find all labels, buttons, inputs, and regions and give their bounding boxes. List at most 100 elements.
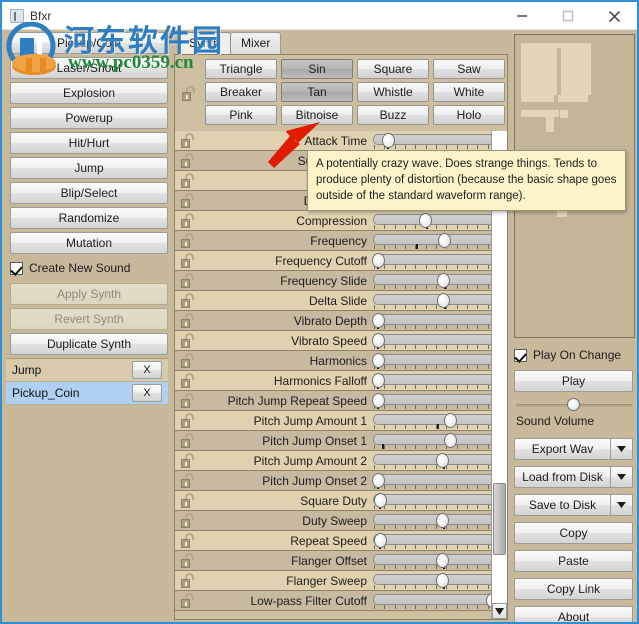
parameter-slider[interactable] <box>373 452 499 469</box>
maximize-icon[interactable] <box>545 2 591 30</box>
slider-knob[interactable] <box>373 532 387 548</box>
slider-knob[interactable] <box>373 492 387 508</box>
parameter-slider[interactable] <box>372 352 499 369</box>
generator-button-hit-hurt[interactable]: Hit/Hurt <box>10 132 168 154</box>
slider-knob[interactable] <box>438 232 452 248</box>
padlock-open-icon[interactable] <box>181 293 195 308</box>
parameter-slider[interactable] <box>373 272 499 289</box>
padlock-open-icon[interactable] <box>181 353 195 368</box>
generator-button-explosion[interactable]: Explosion <box>10 82 168 104</box>
scrollbar-thumb[interactable] <box>493 483 506 555</box>
button-copy-link[interactable]: Copy Link <box>514 578 633 600</box>
waveform-button-triangle[interactable]: Triangle <box>205 59 277 79</box>
padlock-open-icon[interactable] <box>181 553 195 568</box>
padlock-open-icon[interactable] <box>181 153 195 168</box>
generator-button-powerup[interactable]: Powerup <box>10 107 168 129</box>
padlock-open-icon[interactable] <box>181 593 195 608</box>
parameter-slider[interactable] <box>373 532 499 549</box>
sound-list-item[interactable]: Jump X <box>6 359 168 382</box>
padlock-open-icon[interactable] <box>181 393 195 408</box>
waveform-button-buzz[interactable]: Buzz <box>357 105 429 125</box>
padlock-open-icon[interactable] <box>181 193 195 208</box>
generator-button-pickup-coin[interactable]: Pickup/Coin <box>10 32 168 54</box>
padlock-open-icon[interactable] <box>181 373 195 388</box>
slider-knob[interactable] <box>419 212 433 228</box>
parameter-slider[interactable] <box>373 492 499 509</box>
slider-knob[interactable] <box>372 472 386 488</box>
parameter-slider[interactable] <box>373 512 499 529</box>
tab-mixer[interactable]: Mixer <box>230 32 282 54</box>
create-new-sound-checkbox[interactable]: Create New Sound <box>10 257 168 279</box>
play-button[interactable]: Play <box>514 370 633 392</box>
button-about[interactable]: About <box>514 606 633 622</box>
parameter-slider[interactable] <box>373 212 499 229</box>
padlock-open-icon[interactable] <box>181 333 195 348</box>
generator-button-laser-shoot[interactable]: Laser/Shoot <box>10 57 168 79</box>
delete-sound-button[interactable]: X <box>132 361 162 379</box>
button-copy[interactable]: Copy <box>514 522 633 544</box>
generator-button-blip-select[interactable]: Blip/Select <box>10 182 168 204</box>
padlock-open-icon[interactable] <box>181 253 195 268</box>
minimize-icon[interactable] <box>499 2 545 30</box>
chevron-down-icon[interactable] <box>611 438 633 460</box>
slider-knob[interactable] <box>372 312 386 328</box>
parameter-slider[interactable] <box>372 312 499 329</box>
generator-button-jump[interactable]: Jump <box>10 157 168 179</box>
waveform-button-bitnoise[interactable]: Bitnoise <box>281 105 353 125</box>
slider-knob[interactable] <box>436 552 449 568</box>
volume-knob[interactable] <box>566 398 580 411</box>
padlock-open-icon[interactable] <box>181 573 195 588</box>
padlock-open-icon[interactable] <box>181 433 195 448</box>
parameter-slider[interactable] <box>372 392 499 409</box>
waveform-button-tan[interactable]: Tan <box>281 82 353 102</box>
sound-list-item[interactable]: Pickup_Coin X <box>6 382 168 405</box>
button-save-to-disk[interactable]: Save to Disk <box>514 494 611 516</box>
padlock-open-icon[interactable] <box>181 233 195 248</box>
waveform-button-saw[interactable]: Saw <box>433 59 505 79</box>
parameter-slider[interactable] <box>373 292 499 309</box>
slider-knob[interactable] <box>372 252 386 268</box>
slider-knob[interactable] <box>444 432 458 448</box>
action-button-duplicate-synth[interactable]: Duplicate Synth <box>10 333 168 355</box>
parameter-slider[interactable] <box>373 232 499 249</box>
waveform-button-white[interactable]: White <box>433 82 505 102</box>
slider-knob[interactable] <box>372 352 386 368</box>
slider-knob[interactable] <box>372 332 386 348</box>
slider-knob[interactable] <box>436 512 449 528</box>
waveform-button-sin[interactable]: Sin <box>281 59 353 79</box>
parameter-slider[interactable] <box>373 552 499 569</box>
parameter-slider[interactable] <box>372 372 499 389</box>
waveform-button-whistle[interactable]: Whistle <box>357 82 429 102</box>
scroll-down-arrow-icon[interactable] <box>492 603 507 619</box>
close-icon[interactable] <box>591 2 637 30</box>
padlock-open-icon[interactable] <box>181 213 195 228</box>
button-export-wav[interactable]: Export Wav <box>514 438 611 460</box>
chevron-down-icon[interactable] <box>611 466 633 488</box>
slider-knob[interactable] <box>372 372 386 388</box>
slider-knob[interactable] <box>444 412 458 428</box>
slider-knob[interactable] <box>437 272 451 288</box>
generator-button-randomize[interactable]: Randomize <box>10 207 168 229</box>
padlock-open-icon[interactable] <box>181 513 195 528</box>
waveform-button-holo[interactable]: Holo <box>433 105 505 125</box>
parameter-slider[interactable] <box>373 412 499 429</box>
parameter-slider[interactable] <box>372 472 499 489</box>
padlock-open-icon[interactable] <box>181 533 195 548</box>
padlock-open-icon[interactable] <box>182 86 196 101</box>
padlock-open-icon[interactable] <box>181 313 195 328</box>
padlock-open-icon[interactable] <box>181 133 195 148</box>
slider-knob[interactable] <box>382 132 395 148</box>
padlock-open-icon[interactable] <box>181 273 195 288</box>
parameter-slider[interactable] <box>372 332 499 349</box>
play-on-change-checkbox[interactable]: Play On Change <box>514 344 637 366</box>
parameter-slider[interactable] <box>373 132 499 149</box>
parameter-slider[interactable] <box>373 592 500 609</box>
parameter-slider[interactable] <box>373 572 499 589</box>
padlock-open-icon[interactable] <box>181 473 195 488</box>
padlock-open-icon[interactable] <box>181 173 195 188</box>
button-load-from-disk[interactable]: Load from Disk <box>514 466 611 488</box>
padlock-open-icon[interactable] <box>181 453 195 468</box>
sound-volume-slider[interactable] <box>514 398 637 412</box>
slider-knob[interactable] <box>436 572 449 588</box>
slider-knob[interactable] <box>372 392 386 408</box>
